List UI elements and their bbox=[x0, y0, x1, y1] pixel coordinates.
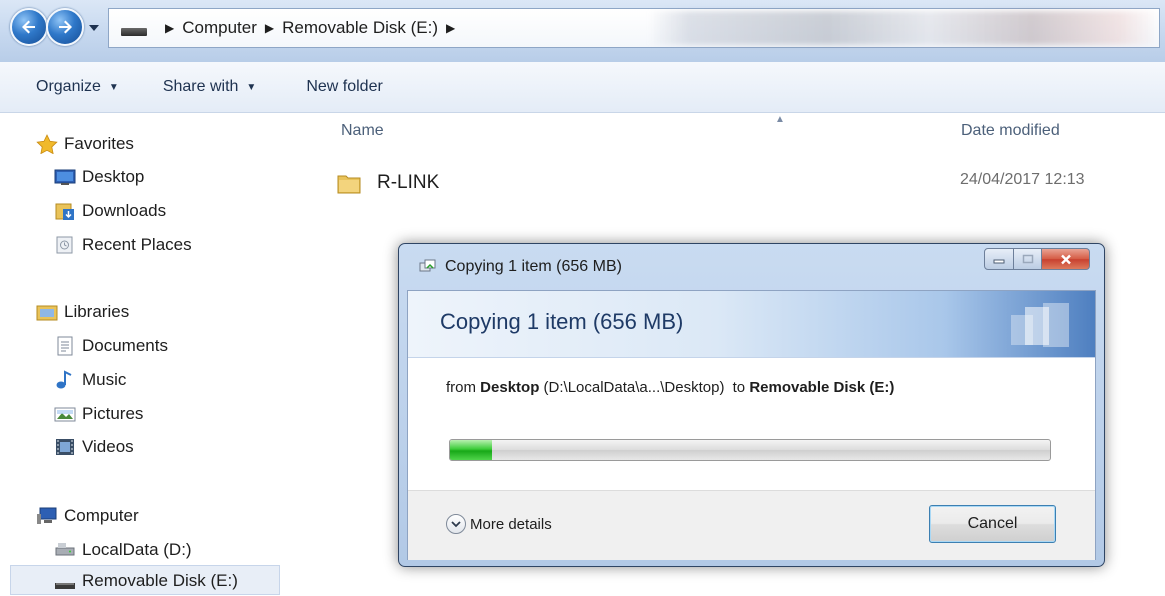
copy-progress-dialog: Copying 1 item (656 MB) Copying 1 item (… bbox=[398, 243, 1105, 567]
nav-recent-places-label: Recent Places bbox=[82, 235, 192, 254]
forward-button[interactable] bbox=[46, 8, 84, 46]
breadcrumb-separator-icon: ▶ bbox=[165, 21, 175, 35]
nav-documents-label: Documents bbox=[82, 336, 168, 355]
from-label: from bbox=[446, 379, 476, 396]
dialog-content: Copying 1 item (656 MB) from Desktop (D:… bbox=[407, 290, 1096, 560]
removable-drive-icon bbox=[54, 571, 76, 591]
chevron-down-icon bbox=[89, 25, 99, 31]
more-details-toggle[interactable]: More details bbox=[446, 514, 552, 534]
nav-pictures[interactable]: Pictures bbox=[54, 400, 143, 428]
more-details-label: More details bbox=[470, 515, 552, 533]
destination-name[interactable]: Removable Disk (E:) bbox=[749, 379, 894, 396]
to-label: to bbox=[732, 379, 746, 396]
window-controls bbox=[984, 248, 1090, 270]
nav-music[interactable]: Music bbox=[54, 366, 126, 394]
navigation-pane: Favorites Desktop Downloads Recent Place… bbox=[0, 113, 318, 595]
nav-computer[interactable]: Computer bbox=[36, 502, 139, 530]
nav-desktop[interactable]: Desktop bbox=[54, 163, 144, 191]
organize-button[interactable]: Organize ▼ bbox=[36, 78, 119, 96]
hard-drive-icon bbox=[54, 540, 76, 560]
drive-icon bbox=[121, 28, 147, 36]
minimize-button[interactable] bbox=[984, 248, 1014, 270]
column-header-date-modified[interactable]: Date modified bbox=[961, 122, 1060, 140]
nav-videos[interactable]: Videos bbox=[54, 433, 134, 461]
copy-pages-graphic bbox=[1011, 303, 1069, 347]
nav-videos-label: Videos bbox=[82, 437, 134, 456]
share-with-label: Share with bbox=[162, 78, 239, 95]
dialog-header-band: Copying 1 item (656 MB) bbox=[408, 291, 1095, 358]
close-icon bbox=[1060, 254, 1071, 264]
nav-favorites[interactable]: Favorites bbox=[36, 130, 134, 158]
arrow-right-icon bbox=[59, 20, 72, 34]
nav-pictures-label: Pictures bbox=[82, 404, 144, 423]
dialog-window-title: Copying 1 item (656 MB) bbox=[445, 258, 622, 275]
arrow-left-icon bbox=[22, 20, 35, 34]
share-with-button[interactable]: Share with ▼ bbox=[163, 78, 257, 96]
maximize-icon bbox=[1022, 254, 1033, 264]
dialog-header-title: Copying 1 item (656 MB) bbox=[440, 309, 684, 334]
nav-music-label: Music bbox=[82, 370, 127, 389]
source-path: (D:\LocalData\a...\Desktop) bbox=[543, 379, 725, 396]
desktop-icon bbox=[54, 167, 76, 187]
downloads-folder-icon bbox=[54, 201, 76, 221]
back-button[interactable] bbox=[10, 8, 48, 46]
documents-icon bbox=[54, 336, 76, 356]
recent-pages-button[interactable] bbox=[88, 22, 100, 34]
breadcrumb-removable-disk[interactable]: Removable Disk (E:) bbox=[282, 18, 438, 38]
column-header-name[interactable]: Name bbox=[341, 122, 384, 140]
file-date-modified: 24/04/2017 12:13 bbox=[960, 171, 1085, 188]
address-bar: ▶ Computer ▶ Removable Disk (E:) ▶ bbox=[0, 0, 1165, 63]
breadcrumb-separator-icon: ▶ bbox=[445, 21, 456, 35]
folder-icon bbox=[336, 170, 362, 201]
maximize-button[interactable] bbox=[1014, 248, 1042, 270]
breadcrumb-separator-icon: ▶ bbox=[264, 21, 275, 35]
videos-icon bbox=[54, 437, 76, 457]
chevron-down-icon bbox=[446, 514, 466, 534]
chevron-down-icon: ▼ bbox=[246, 81, 257, 93]
dialog-titlebar[interactable]: Copying 1 item (656 MB) bbox=[399, 244, 1104, 290]
computer-icon bbox=[36, 506, 58, 526]
nav-documents[interactable]: Documents bbox=[54, 332, 168, 360]
recent-places-icon bbox=[54, 235, 76, 255]
new-folder-label: New folder bbox=[306, 78, 383, 95]
organize-label: Organize bbox=[36, 78, 101, 95]
pictures-icon bbox=[54, 404, 76, 424]
nav-downloads-label: Downloads bbox=[82, 201, 167, 220]
nav-localdata-drive[interactable]: LocalData (D:) bbox=[54, 536, 192, 564]
address-field[interactable]: ▶ Computer ▶ Removable Disk (E:) ▶ bbox=[108, 8, 1160, 48]
copy-source-destination: from Desktop (D:\LocalData\a...\Desktop)… bbox=[446, 379, 894, 396]
copy-progress-bar bbox=[449, 439, 1051, 461]
nav-localdata-label: LocalData (D:) bbox=[82, 540, 192, 559]
source-name[interactable]: Desktop bbox=[480, 379, 539, 396]
blurred-background bbox=[649, 11, 1159, 45]
breadcrumb-computer[interactable]: Computer bbox=[182, 18, 257, 38]
star-icon bbox=[36, 134, 58, 155]
nav-computer-label: Computer bbox=[64, 506, 139, 525]
music-icon bbox=[54, 370, 76, 390]
close-button[interactable] bbox=[1042, 248, 1090, 270]
sort-ascending-icon: ▲ bbox=[775, 114, 785, 125]
minimize-icon bbox=[993, 259, 1005, 264]
nav-recent-places[interactable]: Recent Places bbox=[54, 231, 192, 259]
nav-removable-disk-label: Removable Disk (E:) bbox=[82, 571, 238, 590]
nav-downloads[interactable]: Downloads bbox=[54, 197, 166, 225]
nav-libraries-label: Libraries bbox=[64, 302, 130, 321]
file-name: R-LINK bbox=[377, 172, 440, 193]
nav-libraries[interactable]: Libraries bbox=[36, 298, 129, 326]
libraries-icon bbox=[36, 302, 58, 322]
cancel-button[interactable]: Cancel bbox=[929, 505, 1056, 543]
command-bar: Organize ▼ Share with ▼ New folder bbox=[0, 62, 1165, 113]
progress-fill bbox=[450, 440, 492, 460]
file-row[interactable]: R-LINK 24/04/2017 12:13 bbox=[336, 166, 1136, 202]
dialog-footer: More details Cancel bbox=[408, 490, 1095, 560]
nav-desktop-label: Desktop bbox=[82, 167, 145, 186]
copy-window-icon bbox=[419, 259, 437, 275]
chevron-down-icon: ▼ bbox=[108, 81, 119, 93]
new-folder-button[interactable]: New folder bbox=[306, 78, 382, 96]
nav-favorites-label: Favorites bbox=[64, 134, 134, 153]
